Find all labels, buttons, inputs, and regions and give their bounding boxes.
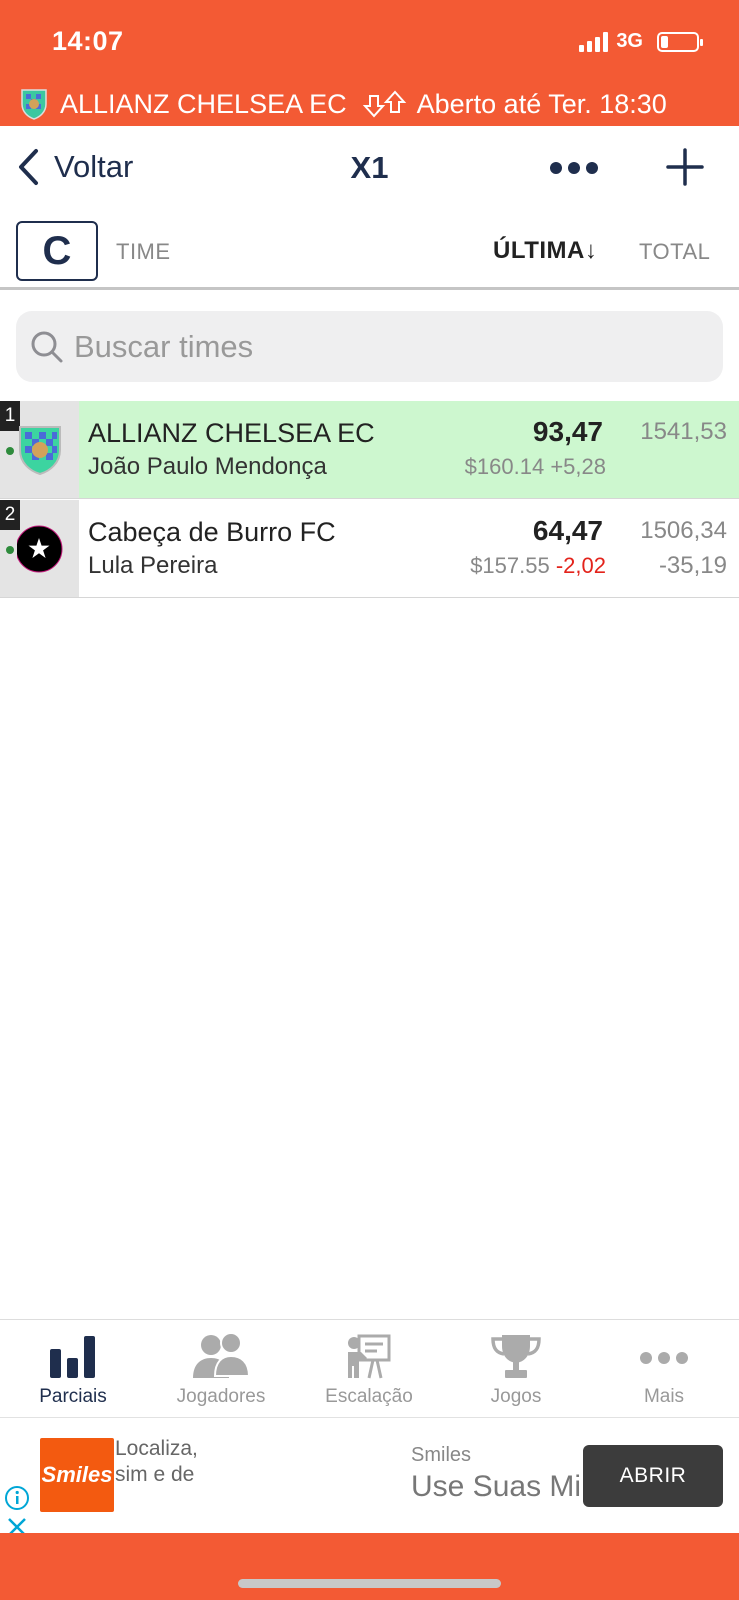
more-dots-icon bbox=[550, 162, 562, 174]
owner-name: Lula Pereira bbox=[88, 552, 218, 579]
team-crest-cell: 2 bbox=[0, 500, 79, 597]
team-value-variation: -2,02 bbox=[555, 553, 606, 578]
back-label: Voltar bbox=[54, 149, 134, 184]
ad-headline: Use Suas Mi bbox=[411, 1470, 582, 1503]
round-status-banner[interactable]: ALLIANZ CHELSEA EC Aberto até Ter. 18:30 bbox=[0, 82, 739, 126]
add-button[interactable] bbox=[666, 148, 704, 186]
round-score: 93,47 bbox=[532, 416, 603, 447]
tab-label: Jogos bbox=[490, 1386, 542, 1407]
captain-toggle-button[interactable]: C bbox=[16, 221, 98, 281]
tab-label: Escalação bbox=[325, 1386, 413, 1407]
team-row[interactable]: 2 Cabeça de Burro FC Lula Pereira 64,47 … bbox=[0, 500, 739, 598]
online-indicator bbox=[6, 546, 14, 554]
ad-text-line: Localiza, bbox=[115, 1437, 198, 1460]
ad-logo: Smiles bbox=[40, 1438, 114, 1512]
ad-text-line: sim e de bbox=[115, 1463, 195, 1486]
transfer-arrows-icon bbox=[362, 90, 407, 118]
column-time[interactable]: TIME bbox=[116, 239, 171, 265]
bottom-safe-area bbox=[0, 1533, 739, 1600]
tab-escalacao[interactable]: Escalação bbox=[299, 1332, 439, 1408]
tab-mais[interactable]: Mais bbox=[594, 1332, 734, 1408]
banner-team-name: ALLIANZ CHELSEA EC bbox=[60, 88, 347, 119]
lineup-board-icon bbox=[348, 1334, 391, 1379]
status-indicators: 3G bbox=[579, 30, 703, 53]
team-crest-icon bbox=[21, 89, 47, 120]
ad-open-button[interactable]: ABRIR bbox=[583, 1445, 723, 1507]
market-status-text: Aberto até Ter. 18:30 bbox=[416, 88, 667, 119]
ad-banner[interactable]: Smiles Localiza, sim e de Smiles Use Sua… bbox=[0, 1417, 739, 1536]
round-score: 64,47 bbox=[532, 515, 603, 546]
bar-chart-icon bbox=[50, 1336, 95, 1378]
search-icon bbox=[31, 331, 63, 362]
tab-label: Mais bbox=[643, 1386, 685, 1407]
team-row[interactable]: 1 ALLIANZ CHELSEA EC João Paulo Mendonça… bbox=[0, 401, 739, 499]
network-type: 3G bbox=[616, 30, 643, 52]
trophy-icon bbox=[491, 1335, 541, 1378]
navigation-bar: Voltar X1 bbox=[0, 126, 739, 210]
team-money: $160.14 bbox=[464, 454, 545, 479]
team-crest-cell: 1 bbox=[0, 401, 79, 498]
online-indicator bbox=[6, 447, 14, 455]
more-dots-icon bbox=[640, 1352, 688, 1364]
total-variation: -35,19 bbox=[658, 552, 727, 579]
column-header: C TIME ÚLTIMA↓ TOTAL bbox=[0, 210, 739, 290]
cellular-signal-icon bbox=[579, 31, 609, 52]
tab-bar: Parciais Jogadores Escalação Jogos Mais bbox=[0, 1319, 739, 1416]
team-name: ALLIANZ CHELSEA EC bbox=[88, 418, 375, 448]
status-bar: 14:07 3G bbox=[0, 0, 739, 82]
chevron-left-icon bbox=[19, 149, 38, 185]
column-ultima-sort[interactable]: ÚLTIMA↓ bbox=[493, 237, 597, 265]
total-score: 1506,34 bbox=[640, 517, 727, 544]
back-button[interactable]: Voltar bbox=[16, 148, 133, 186]
players-icon bbox=[193, 1332, 251, 1378]
battery-icon bbox=[657, 31, 703, 52]
team-money: $157.55 bbox=[470, 553, 550, 578]
ad-brand: Smiles bbox=[411, 1444, 472, 1466]
home-indicator[interactable] bbox=[238, 1579, 501, 1588]
tab-jogos[interactable]: Jogos bbox=[446, 1332, 586, 1408]
more-options-button[interactable] bbox=[550, 162, 598, 174]
team-value: $160.14 +5,28 bbox=[465, 454, 606, 480]
column-total[interactable]: TOTAL bbox=[639, 239, 710, 265]
search-input[interactable] bbox=[74, 328, 674, 365]
ad-body-text: Localiza, sim e de bbox=[115, 1436, 225, 1488]
team-value-variation: +5,28 bbox=[550, 454, 606, 479]
battery-level bbox=[661, 35, 668, 48]
ad-info-icon[interactable] bbox=[4, 1485, 30, 1511]
tab-label: Parciais bbox=[39, 1386, 107, 1407]
owner-name: João Paulo Mendonça bbox=[88, 453, 327, 480]
tab-label: Jogadores bbox=[176, 1386, 266, 1407]
search-bar[interactable] bbox=[16, 311, 723, 382]
team-shield-icon bbox=[19, 426, 61, 476]
status-time: 14:07 bbox=[52, 26, 124, 56]
star-badge-icon bbox=[17, 525, 63, 573]
tab-jogadores[interactable]: Jogadores bbox=[151, 1332, 291, 1408]
team-value: $157.55 -2,02 bbox=[470, 553, 606, 579]
total-score: 1541,53 bbox=[640, 418, 727, 445]
team-name: Cabeça de Burro FC bbox=[88, 517, 336, 547]
tab-parciais[interactable]: Parciais bbox=[3, 1332, 143, 1408]
